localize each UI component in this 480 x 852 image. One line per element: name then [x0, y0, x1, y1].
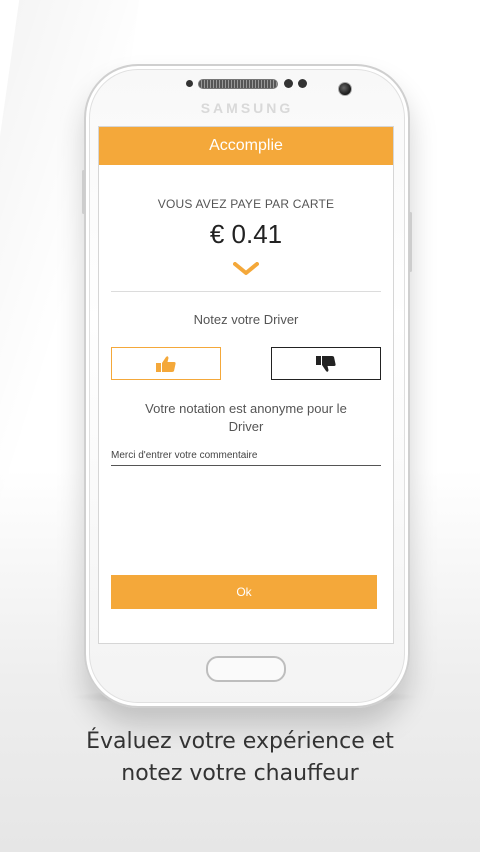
speaker-grille — [198, 79, 278, 89]
caption: Évaluez votre expérience et notez votre … — [0, 726, 480, 790]
power-button — [409, 212, 412, 272]
ok-button[interactable]: Ok — [111, 575, 377, 609]
chevron-down-icon[interactable] — [233, 262, 259, 276]
sensor-dot — [298, 79, 307, 88]
caption-line-1: Évaluez votre expérience et — [86, 729, 394, 754]
phone-frame: SAMSUNG Accomplie VOUS AVEZ PAYE PAR CAR… — [82, 64, 412, 708]
brand-logo: SAMSUNG — [200, 100, 294, 116]
front-camera — [338, 82, 352, 96]
sensor-dot — [284, 79, 293, 88]
app-screen: Accomplie VOUS AVEZ PAYE PAR CARTE € 0.4… — [98, 126, 394, 644]
thumbs-down-button[interactable] — [271, 347, 381, 380]
sensor-dot — [186, 80, 193, 87]
thumbs-down-icon — [316, 355, 336, 372]
home-button — [206, 656, 286, 682]
amount-value: € 0.41 — [209, 219, 283, 249]
comment-field[interactable]: Merci d'entrer votre commentaire — [111, 450, 381, 466]
volume-button — [82, 170, 85, 214]
app-bar: Accomplie — [99, 127, 393, 165]
thumbs-up-button[interactable] — [111, 347, 221, 380]
payment-label: VOUS AVEZ PAYE PAR CARTE — [157, 197, 335, 211]
rate-prompt: Notez votre Driver — [193, 312, 299, 327]
anonymous-note: Votre notation est anonyme pour le Drive… — [145, 401, 347, 434]
caption-line-2: notez votre chauffeur — [121, 761, 359, 786]
thumbs-up-icon — [156, 355, 176, 372]
rating-buttons — [111, 347, 381, 380]
divider — [111, 291, 381, 292]
app-title: Accomplie — [209, 137, 283, 154]
